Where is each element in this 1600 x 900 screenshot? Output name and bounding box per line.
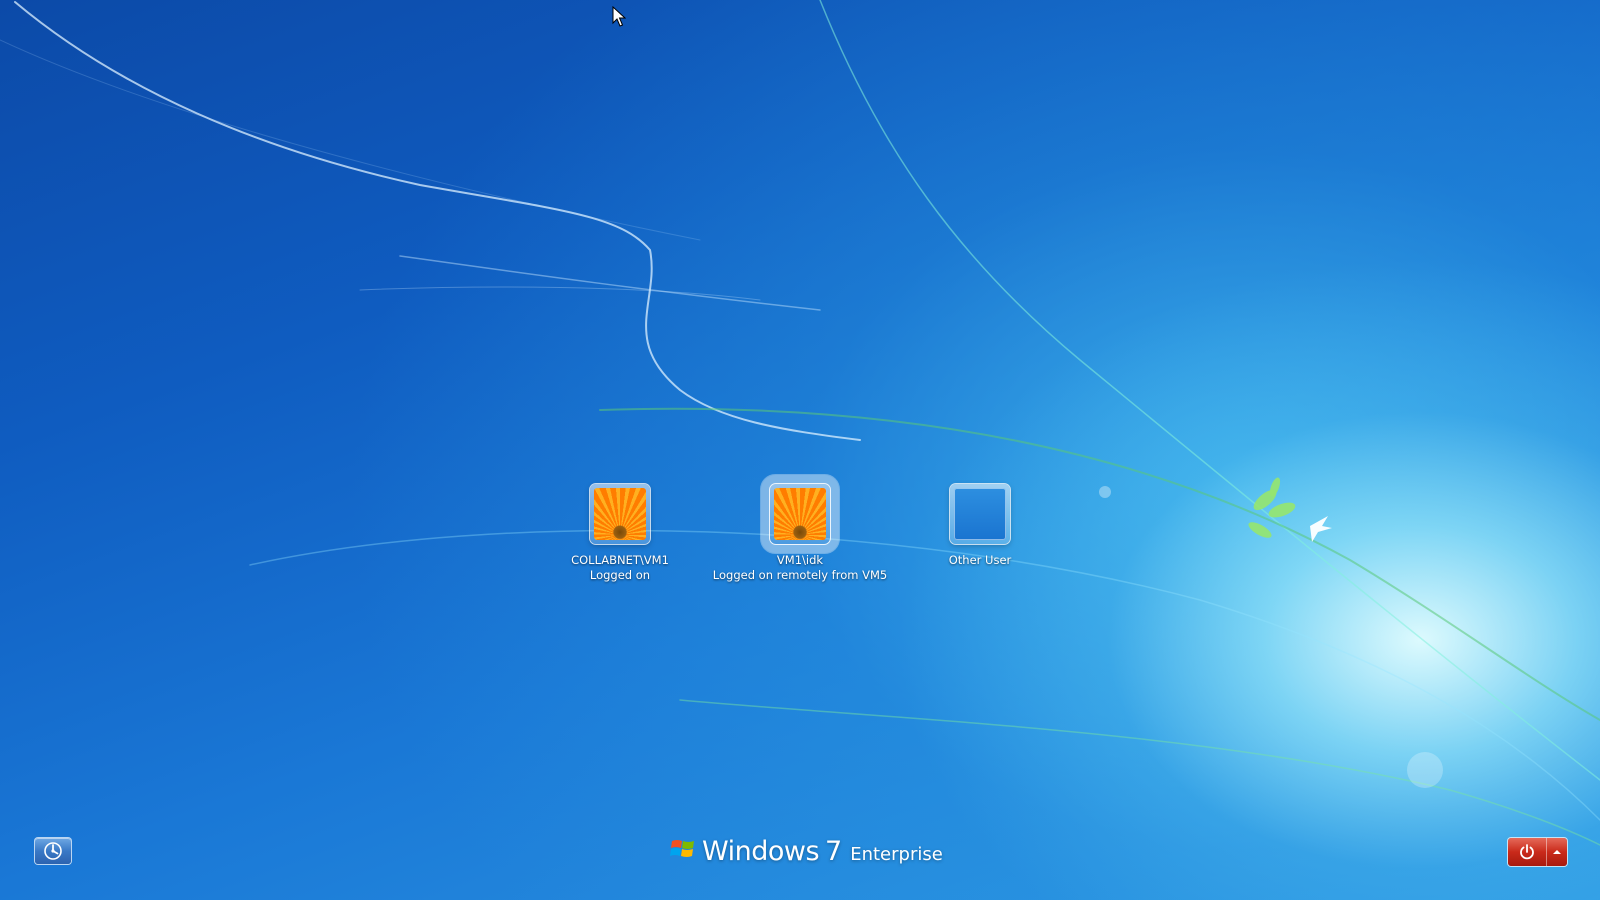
windows-flag-icon <box>670 840 694 857</box>
user-picture-frame[interactable] <box>590 484 650 544</box>
flower-user-picture <box>774 488 826 540</box>
ease-of-access-button[interactable] <box>35 838 71 864</box>
blank-user-picture <box>954 488 1006 540</box>
shutdown-button[interactable] <box>1508 838 1547 866</box>
brand-edition: Enterprise <box>850 844 943 865</box>
brand-version: 7 <box>825 836 843 867</box>
user-tile-other-user[interactable]: Other User <box>880 484 1080 568</box>
user-status: Logged on <box>589 568 651 582</box>
ease-of-access-icon <box>44 842 62 860</box>
shutdown-options-button[interactable] <box>1547 838 1567 866</box>
flower-user-picture <box>594 488 646 540</box>
shutdown-control <box>1508 838 1567 866</box>
windows-branding: Windows 7 Enterprise <box>670 834 943 874</box>
user-name: COLLABNET\VM1 <box>571 553 669 567</box>
user-name: VM1\idk <box>776 553 824 567</box>
user-picture-frame[interactable] <box>950 484 1010 544</box>
wallpaper-swoosh-lines <box>0 0 1600 846</box>
user-status: Logged on remotely from VM5 <box>712 568 888 582</box>
user-name: Other User <box>948 553 1012 567</box>
triangle-up-icon <box>1553 850 1561 854</box>
brand-product-name: Windows <box>702 836 820 867</box>
user-tile-collabnet-vm1[interactable]: COLLABNET\VM1 Logged on <box>520 484 720 583</box>
power-icon <box>1520 844 1534 860</box>
user-picture-frame[interactable] <box>770 484 830 544</box>
mouse-pointer-icon <box>612 6 626 27</box>
user-tile-vm1-idk[interactable]: VM1\idk Logged on remotely from VM5 <box>700 484 900 583</box>
